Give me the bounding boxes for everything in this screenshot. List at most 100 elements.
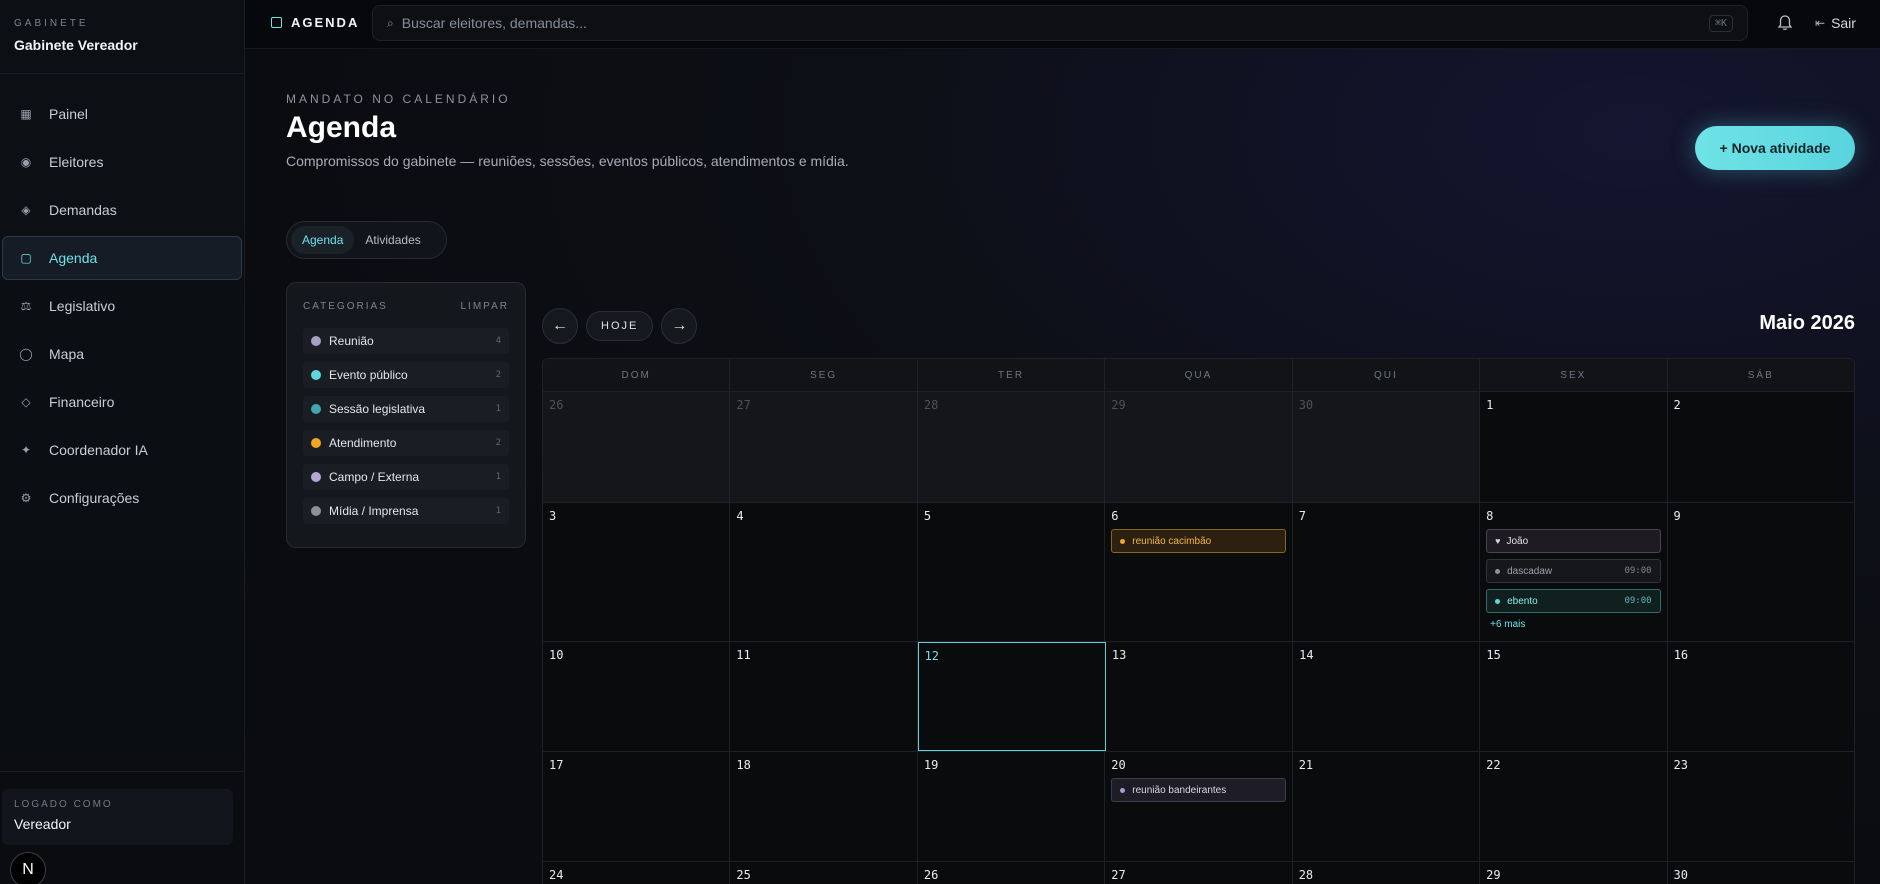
calendar-day[interactable]: 13 (1105, 642, 1294, 751)
calendar-day[interactable]: 6 reunião cacimbão (1105, 503, 1293, 641)
square-icon: ▢ (20, 251, 32, 265)
agenda-square-icon (271, 17, 282, 28)
category-filter[interactable]: Sessão legislativa 1 (303, 396, 509, 422)
logout-button[interactable]: ⇤ Sair (1815, 15, 1856, 31)
category-filter[interactable]: Mídia / Imprensa 1 (303, 498, 509, 524)
calendar-day[interactable]: 1 (1480, 392, 1668, 502)
sidebar-item-painel[interactable]: ▦ Painel (2, 92, 242, 136)
calendar-day[interactable]: 10 (543, 642, 731, 751)
tab-agenda[interactable]: Agenda (291, 226, 355, 254)
calendar-day[interactable]: 12 (917, 642, 1106, 751)
calendar-event[interactable]: reunião bandeirantes (1111, 778, 1286, 802)
categories-list: Reunião 4 Evento público 2 Sessão legislativ… (303, 328, 509, 524)
day-number: 12 (924, 649, 940, 663)
calendar-grid: DOM SEG TER QUA QUI SEX SÁB 26 27 28 29 30 1 2 3 4 5 6 re… (542, 358, 1855, 884)
day-number: 16 (1673, 648, 1689, 662)
calendar-event[interactable]: ebento 09:00 (1486, 589, 1661, 613)
bell-icon[interactable] (1775, 13, 1795, 33)
day-number: 20 (1111, 758, 1126, 772)
sidebar-item-coordenador-ia[interactable]: ✦ Coordenador IA (2, 428, 242, 472)
calendar-event[interactable]: ♥ João (1486, 529, 1661, 553)
calendar-day[interactable]: 30 (1292, 392, 1481, 502)
event-dot (1495, 598, 1501, 604)
calendar-week: 10 11 12 13 14 15 16 (543, 642, 1854, 752)
day-number: 26 (549, 398, 564, 412)
weekday-label: SEX (1480, 359, 1668, 391)
calendar-event[interactable]: dascadaw 09:00 (1486, 559, 1661, 583)
calendar-day[interactable]: 17 (543, 752, 731, 861)
calendar-day[interactable]: 27 (730, 392, 918, 502)
sidebar-item-financeiro[interactable]: ◇ Financeiro (2, 380, 242, 424)
prev-month-button[interactable]: ← (542, 308, 578, 344)
day-number: 27 (1111, 868, 1126, 882)
day-number: 21 (1298, 758, 1314, 772)
day-number: 15 (1486, 648, 1501, 662)
calendar-day[interactable]: 8 ♥ João dascadaw 09:00 ebento 09:00 +6 mais (1480, 503, 1668, 641)
calendar-week: 3 4 5 6 reunião cacimbão 7 8 ♥ João dascadaw 09:00… (543, 503, 1854, 642)
calendar-day[interactable]: 26 (543, 392, 731, 502)
clear-filters-button[interactable]: LIMPAR (461, 301, 510, 312)
sidebar-item-label: Mapa (49, 346, 85, 362)
category-filter[interactable]: Reunião 4 (303, 328, 509, 354)
logged-user-card[interactable]: LOGADO COMO Vereador (2, 789, 233, 845)
sidebar-item-demandas[interactable]: ◈ Demandas (2, 188, 242, 232)
category-filter[interactable]: Campo / Externa 1 (303, 464, 509, 490)
category-color-dot (311, 472, 321, 482)
category-color-dot (311, 370, 321, 380)
search-input[interactable] (401, 15, 1602, 31)
scales-icon: ⚖ (20, 299, 32, 313)
day-number: 19 (923, 758, 939, 772)
calendar-event[interactable]: reunião cacimbão (1111, 529, 1286, 553)
tab-atividades[interactable]: Atividades (354, 226, 431, 254)
category-filter[interactable]: Atendimento 2 (303, 430, 509, 456)
sidebar-divider (0, 771, 245, 772)
calendar-day[interactable]: 3 (543, 503, 731, 641)
category-filter[interactable]: Evento público 2 (303, 362, 509, 388)
calendar-day[interactable]: 18 (730, 752, 918, 861)
sidebar-item-legislativo[interactable]: ⚖ Legislativo (2, 284, 242, 328)
category-label: Sessão legislativa (329, 402, 426, 416)
calendar-day[interactable]: 28 (917, 392, 1106, 502)
calendar-day[interactable]: 21 (1292, 752, 1481, 861)
logged-name: Vereador (14, 816, 71, 832)
calendar-day[interactable]: 26 (917, 862, 1106, 884)
calendar-day[interactable]: 30 (1667, 862, 1854, 884)
calendar-day[interactable]: 28 (1292, 862, 1481, 884)
sidebar-item-configurações[interactable]: ⚙ Configurações (2, 476, 242, 520)
calendar-day[interactable]: 5 (917, 503, 1106, 641)
sidebar-item-agenda[interactable]: ▢ Agenda (2, 236, 242, 280)
calendar-day[interactable]: 24 (543, 862, 731, 884)
calendar-day[interactable]: 25 (730, 862, 918, 884)
calendar-day[interactable]: 20 reunião bandeirantes (1105, 752, 1293, 861)
search-bar[interactable]: ⌕ ⌘K (372, 5, 1748, 41)
calendar-day[interactable]: 7 (1292, 503, 1481, 641)
more-events-link[interactable]: +6 mais (1486, 619, 1660, 630)
calendar-day[interactable]: 23 (1667, 752, 1854, 861)
framework-badge[interactable]: N (10, 852, 46, 884)
sidebar-item-label: Coordenador IA (49, 442, 148, 458)
sparkle-icon: ✦ (20, 443, 32, 457)
calendar-day[interactable]: 29 (1480, 862, 1668, 884)
calendar-day[interactable]: 11 (730, 642, 918, 751)
sidebar: GABINETE Gabinete Vereador ▦ Painel ◉ Eleit… (0, 0, 245, 884)
calendar-day[interactable]: 19 (917, 752, 1106, 861)
sidebar-item-eleitores[interactable]: ◉ Eleitores (2, 140, 242, 184)
calendar-day[interactable]: 22 (1480, 752, 1668, 861)
calendar-day[interactable]: 15 (1480, 642, 1668, 751)
diamond-icon: ◈ (21, 203, 31, 217)
sidebar-item-mapa[interactable]: ◯ Mapa (2, 332, 242, 376)
page-kicker: MANDATO NO CALENDÁRIO (286, 92, 511, 106)
calendar-day[interactable]: 4 (730, 503, 918, 641)
sidebar-item-label: Demandas (49, 202, 117, 218)
category-color-dot (311, 336, 321, 346)
next-month-button[interactable]: → (661, 308, 698, 344)
calendar-day[interactable]: 2 (1667, 392, 1854, 502)
calendar-day[interactable]: 16 (1667, 642, 1854, 751)
calendar-day[interactable]: 27 (1105, 862, 1293, 884)
calendar-day[interactable]: 14 (1293, 642, 1481, 751)
calendar-day[interactable]: 29 (1105, 392, 1293, 502)
day-number: 28 (1298, 868, 1314, 882)
calendar-day[interactable]: 9 (1667, 503, 1854, 641)
today-button[interactable]: HOJE (586, 311, 654, 341)
new-activity-button[interactable]: + Nova atividade (1695, 126, 1855, 170)
